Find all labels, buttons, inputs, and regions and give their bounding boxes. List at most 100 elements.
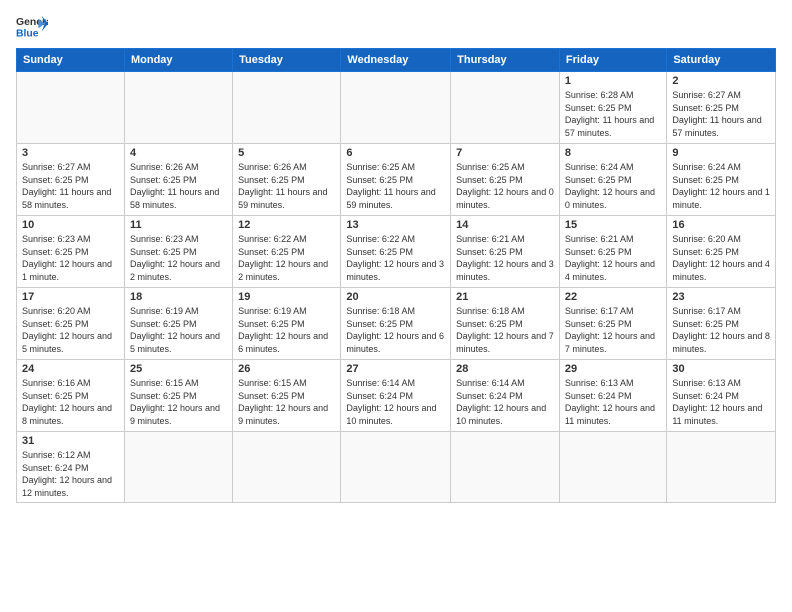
day-number: 16 <box>672 219 770 231</box>
calendar-cell: 15Sunrise: 6:21 AM Sunset: 6:25 PM Dayli… <box>559 216 666 288</box>
day-number: 27 <box>346 363 445 375</box>
calendar-cell: 26 Sunrise: 6:15 AM Sunset: 6:25 PM Dayli… <box>233 360 341 432</box>
calendar-cell: 13 Sunrise: 6:22 AM Sunset: 6:25 PM Dayli… <box>341 216 451 288</box>
calendar-cell <box>451 432 560 503</box>
day-number: 23 <box>672 291 770 303</box>
day-number: 24 <box>22 363 119 375</box>
week-row-2: 3Sunrise: 6:27 AM Sunset: 6:25 PM Daylig… <box>17 144 776 216</box>
day-info: Sunrise: 6:20 AM Sunset: 6:25 PM Dayligh… <box>672 233 770 283</box>
calendar-cell: 10 Sunrise: 6:23 AM Sunset: 6:25 PM Dayli… <box>17 216 125 288</box>
col-header-wednesday: Wednesday <box>341 49 451 72</box>
calendar-cell <box>17 72 125 144</box>
logo: General Blue <box>16 12 48 40</box>
day-number: 9 <box>672 147 770 159</box>
calendar-cell: 20 Sunrise: 6:18 AM Sunset: 6:25 PM Dayli… <box>341 288 451 360</box>
week-row-4: 17 Sunrise: 6:20 AM Sunset: 6:25 PM Dayli… <box>17 288 776 360</box>
calendar-table: SundayMondayTuesdayWednesdayThursdayFrid… <box>16 48 776 503</box>
generalblue-logo-icon: General Blue <box>16 12 48 40</box>
calendar-cell: 25Sunrise: 6:15 AM Sunset: 6:25 PM Dayli… <box>124 360 232 432</box>
calendar-cell: 30 Sunrise: 6:13 AM Sunset: 6:24 PM Dayli… <box>667 360 776 432</box>
day-number: 11 <box>130 219 227 231</box>
day-info: Sunrise: 6:14 AM Sunset: 6:24 PM Dayligh… <box>346 377 445 427</box>
day-info: Sunrise: 6:20 AM Sunset: 6:25 PM Dayligh… <box>22 305 119 355</box>
day-info: Sunrise: 6:24 AM Sunset: 6:25 PM Dayligh… <box>565 161 661 211</box>
day-number: 6 <box>346 147 445 159</box>
col-header-monday: Monday <box>124 49 232 72</box>
day-info: Sunrise: 6:22 AM Sunset: 6:25 PM Dayligh… <box>346 233 445 283</box>
day-number: 31 <box>22 435 119 447</box>
day-info: Sunrise: 6:27 AM Sunset: 6:25 PM Dayligh… <box>22 161 119 211</box>
col-header-sunday: Sunday <box>17 49 125 72</box>
calendar-cell: 18 Sunrise: 6:19 AM Sunset: 6:25 PM Dayli… <box>124 288 232 360</box>
day-info: Sunrise: 6:26 AM Sunset: 6:25 PM Dayligh… <box>130 161 227 211</box>
calendar-cell <box>233 432 341 503</box>
calendar-cell: 21 Sunrise: 6:18 AM Sunset: 6:25 PM Dayli… <box>451 288 560 360</box>
day-number: 1 <box>565 75 661 87</box>
calendar-cell: 24 Sunrise: 6:16 AM Sunset: 6:25 PM Dayli… <box>17 360 125 432</box>
day-info: Sunrise: 6:16 AM Sunset: 6:25 PM Dayligh… <box>22 377 119 427</box>
day-number: 17 <box>22 291 119 303</box>
day-info: Sunrise: 6:23 AM Sunset: 6:25 PM Dayligh… <box>22 233 119 283</box>
day-number: 7 <box>456 147 554 159</box>
col-header-saturday: Saturday <box>667 49 776 72</box>
day-info: Sunrise: 6:19 AM Sunset: 6:25 PM Dayligh… <box>130 305 227 355</box>
calendar-cell <box>667 432 776 503</box>
day-number: 22 <box>565 291 661 303</box>
svg-text:Blue: Blue <box>16 28 39 39</box>
calendar-cell: 1 Sunrise: 6:28 AM Sunset: 6:25 PM Daylig… <box>559 72 666 144</box>
day-info: Sunrise: 6:12 AM Sunset: 6:24 PM Dayligh… <box>22 449 119 499</box>
day-info: Sunrise: 6:24 AM Sunset: 6:25 PM Dayligh… <box>672 161 770 211</box>
day-number: 30 <box>672 363 770 375</box>
calendar-cell: 12Sunrise: 6:22 AM Sunset: 6:25 PM Dayli… <box>233 216 341 288</box>
day-number: 21 <box>456 291 554 303</box>
day-info: Sunrise: 6:17 AM Sunset: 6:25 PM Dayligh… <box>565 305 661 355</box>
day-number: 29 <box>565 363 661 375</box>
calendar-cell <box>233 72 341 144</box>
day-info: Sunrise: 6:28 AM Sunset: 6:25 PM Dayligh… <box>565 89 661 139</box>
calendar-cell: 22 Sunrise: 6:17 AM Sunset: 6:25 PM Dayli… <box>559 288 666 360</box>
day-number: 4 <box>130 147 227 159</box>
col-header-thursday: Thursday <box>451 49 560 72</box>
calendar-cell <box>341 432 451 503</box>
calendar-cell <box>341 72 451 144</box>
calendar-cell: 6Sunrise: 6:25 AM Sunset: 6:25 PM Daylig… <box>341 144 451 216</box>
day-info: Sunrise: 6:17 AM Sunset: 6:25 PM Dayligh… <box>672 305 770 355</box>
day-number: 2 <box>672 75 770 87</box>
calendar-page: General Blue SundayMondayTuesdayWednesda… <box>0 0 792 612</box>
calendar-cell: 16 Sunrise: 6:20 AM Sunset: 6:25 PM Dayli… <box>667 216 776 288</box>
day-number: 25 <box>130 363 227 375</box>
day-info: Sunrise: 6:18 AM Sunset: 6:25 PM Dayligh… <box>346 305 445 355</box>
day-number: 10 <box>22 219 119 231</box>
day-number: 13 <box>346 219 445 231</box>
calendar-cell: 8 Sunrise: 6:24 AM Sunset: 6:25 PM Daylig… <box>559 144 666 216</box>
day-info: Sunrise: 6:18 AM Sunset: 6:25 PM Dayligh… <box>456 305 554 355</box>
calendar-cell: 17 Sunrise: 6:20 AM Sunset: 6:25 PM Dayli… <box>17 288 125 360</box>
day-number: 19 <box>238 291 335 303</box>
calendar-cell: 3Sunrise: 6:27 AM Sunset: 6:25 PM Daylig… <box>17 144 125 216</box>
calendar-cell <box>451 72 560 144</box>
calendar-cell: 9 Sunrise: 6:24 AM Sunset: 6:25 PM Daylig… <box>667 144 776 216</box>
day-number: 26 <box>238 363 335 375</box>
day-info: Sunrise: 6:25 AM Sunset: 6:25 PM Dayligh… <box>456 161 554 211</box>
week-row-5: 24 Sunrise: 6:16 AM Sunset: 6:25 PM Dayli… <box>17 360 776 432</box>
day-number: 8 <box>565 147 661 159</box>
day-number: 14 <box>456 219 554 231</box>
calendar-cell: 5Sunrise: 6:26 AM Sunset: 6:25 PM Daylig… <box>233 144 341 216</box>
calendar-cell: 27 Sunrise: 6:14 AM Sunset: 6:24 PM Dayli… <box>341 360 451 432</box>
day-number: 5 <box>238 147 335 159</box>
week-row-3: 10 Sunrise: 6:23 AM Sunset: 6:25 PM Dayli… <box>17 216 776 288</box>
day-info: Sunrise: 6:19 AM Sunset: 6:25 PM Dayligh… <box>238 305 335 355</box>
day-number: 20 <box>346 291 445 303</box>
calendar-cell: 2Sunrise: 6:27 AM Sunset: 6:25 PM Daylig… <box>667 72 776 144</box>
calendar-cell <box>559 432 666 503</box>
day-info: Sunrise: 6:15 AM Sunset: 6:25 PM Dayligh… <box>238 377 335 427</box>
calendar-header-row: SundayMondayTuesdayWednesdayThursdayFrid… <box>17 49 776 72</box>
day-info: Sunrise: 6:13 AM Sunset: 6:24 PM Dayligh… <box>672 377 770 427</box>
calendar-cell <box>124 432 232 503</box>
day-info: Sunrise: 6:22 AM Sunset: 6:25 PM Dayligh… <box>238 233 335 283</box>
col-header-friday: Friday <box>559 49 666 72</box>
calendar-cell: 28Sunrise: 6:14 AM Sunset: 6:24 PM Dayli… <box>451 360 560 432</box>
day-number: 28 <box>456 363 554 375</box>
day-number: 15 <box>565 219 661 231</box>
day-number: 18 <box>130 291 227 303</box>
